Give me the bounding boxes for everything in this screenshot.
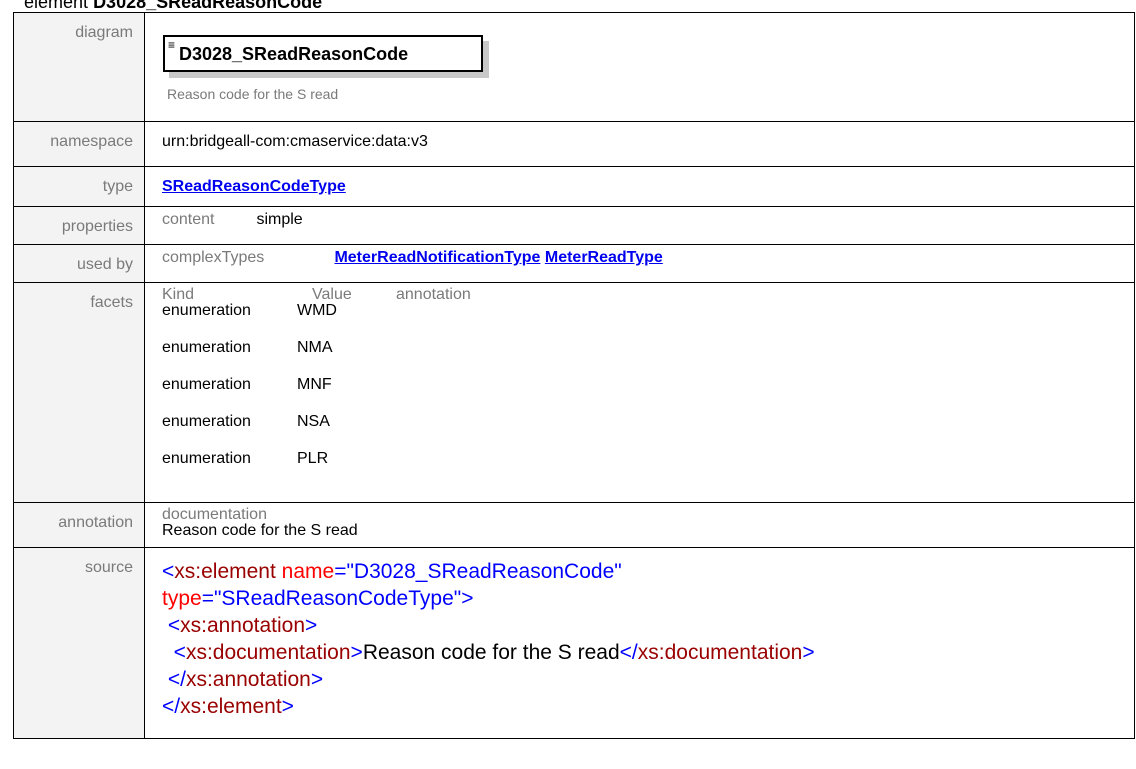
facets-header-kind: Kind <box>162 286 195 303</box>
facet-value: PLR <box>297 450 329 467</box>
source-line: </xs:element> <box>162 695 294 718</box>
used-by-key: complexTypes <box>162 249 265 266</box>
used-by-entry: complexTypes MeterReadNotificationType M… <box>162 245 1134 267</box>
facet-row: enumeration PLR <box>162 451 1134 488</box>
element-doc-table: diagram ≡ D3028_SReadReasonCode Reason c… <box>13 12 1135 739</box>
used-by-link-meter-read-notification-type[interactable]: MeterReadNotificationType <box>334 249 540 266</box>
source-line: type="SReadReasonCodeType"> <box>162 587 474 610</box>
label-annotation: annotation <box>13 502 145 548</box>
element-content-icon: ≡ <box>168 38 176 52</box>
facets-header-value: Value <box>312 286 352 303</box>
heading-prefix: element <box>24 0 89 12</box>
property-value: simple <box>256 211 303 228</box>
label-properties: properties <box>13 206 145 245</box>
label-diagram: diagram <box>13 12 145 122</box>
label-used-by: used by <box>13 244 145 283</box>
label-type: type <box>13 166 145 207</box>
label-facets: facets <box>13 282 145 503</box>
facet-row: enumeration NMA <box>162 340 1134 377</box>
facet-kind: enumeration <box>162 376 251 393</box>
source-line: </xs:annotation> <box>162 668 324 691</box>
property-content: content simple <box>162 207 1134 229</box>
source-line: <xs:annotation> <box>162 614 318 637</box>
annotation-value: Reason code for the S read <box>162 522 358 539</box>
source-line: <xs:documentation>Reason code for the S … <box>162 641 815 664</box>
annotation-key: documentation <box>162 506 267 523</box>
label-source: source <box>13 547 145 739</box>
diagram-documentation: Reason code for the S read <box>167 86 339 102</box>
diagram-element-name: D3028_SReadReasonCode <box>179 44 409 64</box>
facet-row: enumeration MNF <box>162 377 1134 414</box>
facet-value: NSA <box>297 413 330 430</box>
type-link[interactable]: SReadReasonCodeType <box>162 178 346 195</box>
namespace-value: urn:bridgeall-com:cmaservice:data:v3 <box>162 133 428 150</box>
diagram-element-box[interactable]: ≡ D3028_SReadReasonCode <box>163 35 483 72</box>
page-heading: element D3028_SReadReasonCode <box>24 0 322 12</box>
property-key: content <box>162 211 215 228</box>
facet-value: WMD <box>297 302 337 319</box>
source-line: <xs:element name="D3028_SReadReasonCode" <box>162 560 622 583</box>
facet-kind: enumeration <box>162 450 251 467</box>
facet-kind: enumeration <box>162 302 251 319</box>
facet-kind: enumeration <box>162 413 251 430</box>
facet-row: enumeration NSA <box>162 414 1134 451</box>
facet-value: MNF <box>297 376 332 393</box>
facet-kind: enumeration <box>162 339 251 356</box>
heading-element-name: D3028_SReadReasonCode <box>93 0 323 12</box>
facets-table: Kind Value annotation enumeration WMD en… <box>162 283 1134 488</box>
source-code-block: <xs:element name="D3028_SReadReasonCode"… <box>162 548 1134 720</box>
facets-header: Kind Value annotation <box>162 287 1134 303</box>
diagram-cell: ≡ D3028_SReadReasonCode Reason code for … <box>144 12 1135 122</box>
facet-row: enumeration WMD <box>162 303 1134 340</box>
used-by-link-meter-read-type[interactable]: MeterReadType <box>545 249 663 266</box>
facet-value: NMA <box>297 339 333 356</box>
facets-header-annotation: annotation <box>396 286 471 303</box>
annotation-block: documentation Reason code for the S read <box>162 503 1134 539</box>
label-namespace: namespace <box>13 121 145 167</box>
